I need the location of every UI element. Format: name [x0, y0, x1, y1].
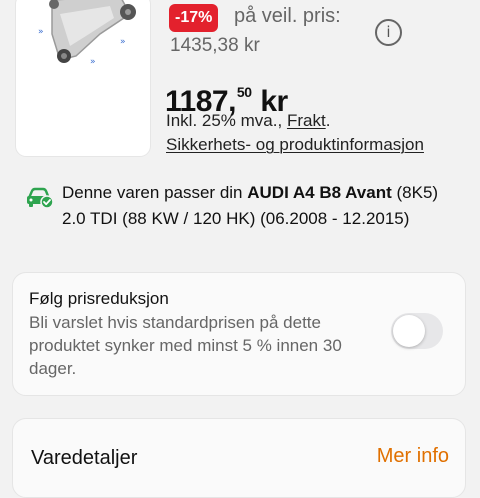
safety-info-link[interactable]: Sikkerhets- og produktinformasjon	[166, 135, 424, 154]
info-icon[interactable]: i	[375, 19, 402, 46]
fitment-vehicle: AUDI A4 B8 Avant	[247, 183, 392, 202]
svg-text:»: »	[120, 37, 126, 47]
fitment-prefix: Denne varen passer din	[62, 183, 248, 202]
control-arm-image: » » »	[38, 0, 136, 67]
vehicle-fitment-notice: Denne varen passer din AUDI A4 B8 Avant …	[22, 180, 462, 254]
vat-text: Inkl. 25% mva.,	[166, 111, 283, 130]
product-summary: » » » -17% på veil. pris: 1435,38 kr i 1…	[0, 0, 480, 158]
list-price-value: 1435,38 kr	[170, 35, 260, 56]
price-cents: 50	[236, 84, 252, 100]
discount-badge: -17%	[169, 4, 219, 32]
price-tracking-title: Følg prisreduksjon	[29, 289, 169, 308]
more-info-link[interactable]: Mer info	[377, 443, 449, 469]
product-details-card: Varedetaljer Mer info	[12, 418, 466, 498]
product-details-title: Varedetaljer	[31, 447, 138, 469]
car-check-icon	[27, 187, 54, 209]
toggle-knob	[393, 315, 425, 347]
freight-suffix: .	[325, 111, 331, 130]
freight-link[interactable]: Frakt	[287, 111, 326, 130]
price-tracking-toggle[interactable]	[391, 313, 443, 349]
product-image[interactable]: » » »	[16, 0, 150, 156]
svg-text:»: »	[90, 57, 96, 67]
price-tracking-card: Følg prisreduksjon Bli varslet hvis stan…	[12, 272, 466, 396]
safety-info-line: Sikkerhets- og produktinformasjon	[166, 134, 424, 156]
vat-line: Inkl. 25% mva., Frakt.	[166, 110, 330, 132]
fitment-text: Denne varen passer din AUDI A4 B8 Avant …	[62, 180, 458, 232]
svg-text:»: »	[38, 27, 44, 37]
price-tracking-description: Bli varslet hvis standardprisen på dette…	[29, 313, 342, 378]
list-price-label: på veil. pris:	[234, 5, 341, 27]
